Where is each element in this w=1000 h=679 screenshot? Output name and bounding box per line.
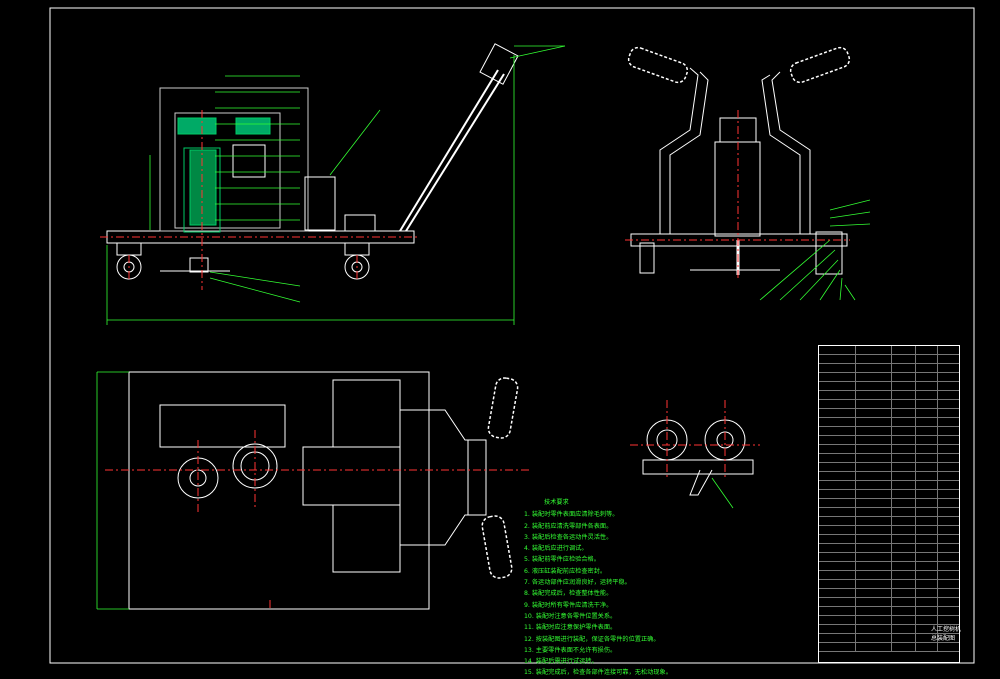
parts-list-row (819, 535, 959, 544)
detail-view-centerlines (630, 400, 760, 480)
parts-list-row (819, 580, 959, 589)
parts-list-row (819, 553, 959, 562)
parts-list-row (819, 391, 959, 400)
parts-list-row (819, 526, 959, 535)
tech-note-line: 4. 装配后应进行调试。 (524, 545, 588, 553)
side-view-leaders (759, 199, 871, 301)
parts-list-row (819, 418, 959, 427)
parts-list-row (819, 373, 959, 382)
side-view (630, 67, 848, 275)
tech-note-line: 10. 装配时注意各零件位置关系。 (524, 612, 617, 620)
parts-list-row (819, 499, 959, 508)
tech-note-line: 13. 主要零件表面不允许有损伤。 (524, 646, 617, 654)
parts-list-row (819, 463, 959, 472)
plan-base (128, 371, 430, 610)
parts-list-row (819, 544, 959, 553)
parts-list-row (819, 490, 959, 499)
technical-requirements: 技术要求 1. 装配时零件表面应清除毛刺等。 2. 装配前应清洗零部件各表面。 … (524, 497, 814, 679)
tech-note-line: 5. 装配前零件应检验合格。 (524, 556, 600, 564)
tech-note-line: 7. 各运动部件应润滑良好，运转平稳。 (524, 579, 631, 587)
parts-list-row (819, 364, 959, 373)
parts-list-row (819, 643, 959, 652)
parts-list-row (819, 562, 959, 571)
side-view-grips (627, 46, 851, 84)
parts-list-row (819, 382, 959, 391)
plan-view-grips (481, 377, 519, 579)
parts-list-row (819, 607, 959, 616)
front-view (106, 43, 519, 280)
tech-note-line: 2. 装配前应清洗零部件各表面。 (524, 522, 613, 530)
tech-note-line: 12. 按装配图进行装配，保证各零件的位置正确。 (524, 635, 660, 643)
parts-list-row (819, 454, 959, 463)
parts-list-row (819, 517, 959, 526)
housing-outline (159, 87, 309, 232)
parts-list-row (819, 400, 959, 409)
parts-list-row (819, 616, 959, 625)
tech-note-line: 15. 装配完成后，检查各部件连接可靠，无松动现象。 (524, 669, 672, 677)
front-view-centerlines (100, 110, 420, 290)
parts-list-table (818, 345, 960, 663)
parts-list-row (819, 472, 959, 481)
plan-view-centerlines (105, 430, 530, 610)
plan-view-dimensions (96, 371, 129, 610)
parts-list-row (819, 409, 959, 418)
tech-note-line: 6. 液压缸装配前应检查密封。 (524, 567, 607, 575)
tech-note-line: 11. 装配时应注意保护零件表面。 (524, 624, 617, 632)
parts-list-row (819, 481, 959, 490)
drawing-subtitle: 总装配图 (931, 635, 956, 642)
technical-requirements-title: 技术要求 (544, 499, 569, 506)
drawing-name: 人工挖树机 (931, 626, 962, 633)
tech-note-line: 3. 装配后检查各运动件灵活性。 (524, 533, 613, 541)
parts-list-row (819, 589, 959, 598)
parts-list-row (819, 508, 959, 517)
parts-list-row (819, 571, 959, 580)
title-block: 人工挖树机 总装配图 (931, 625, 961, 643)
parts-list-row (819, 445, 959, 454)
parts-list-row (819, 355, 959, 364)
parts-list-row (819, 427, 959, 436)
tech-note-line: 8. 装配完成后，检查整体性能。 (524, 590, 613, 598)
tech-note-line: 1. 装配时零件表面应清除毛刺等。 (524, 511, 619, 519)
detail-view (642, 419, 754, 496)
parts-list-row (819, 346, 959, 355)
parts-list-row (819, 598, 959, 607)
plan-view (128, 371, 487, 610)
parts-list-row (819, 436, 959, 445)
tech-note-line: 9. 装配时所有零件应清洗干净。 (524, 601, 613, 609)
